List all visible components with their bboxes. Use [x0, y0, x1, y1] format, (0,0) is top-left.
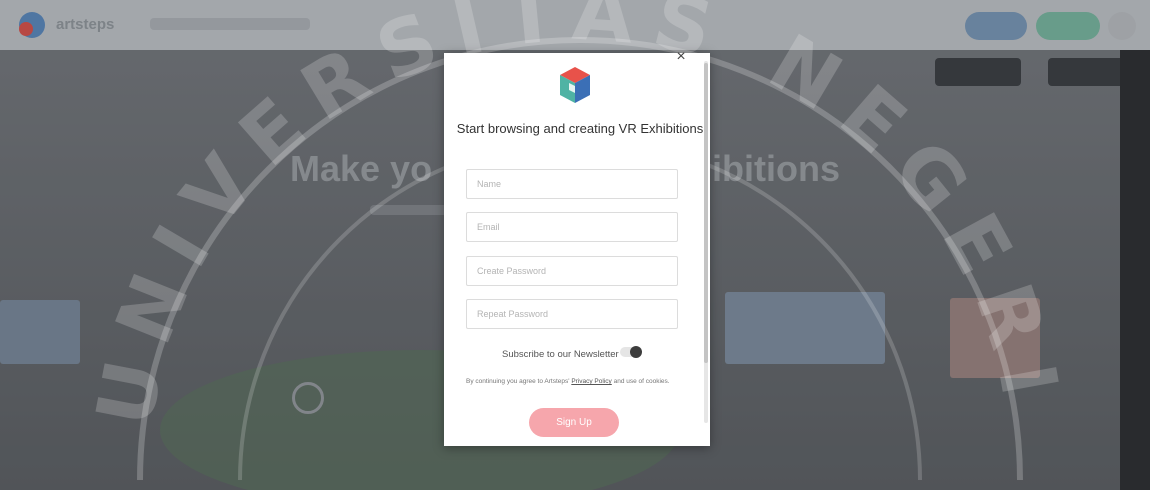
newsletter-toggle[interactable] — [620, 346, 642, 358]
modal-title: Start browsing and creating VR Exhibitio… — [456, 121, 704, 136]
repeat-password-field[interactable] — [466, 299, 678, 329]
signup-modal: × Start browsing and creating VR Exhibit… — [444, 49, 710, 446]
terms-prefix: By continuing you agree to Artsteps' — [466, 378, 570, 385]
modal-scrollbar-thumb[interactable] — [704, 63, 708, 363]
name-input[interactable] — [467, 170, 677, 198]
sign-up-button[interactable]: Sign Up — [529, 408, 619, 437]
terms-suffix: and use of cookies. — [613, 378, 670, 385]
privacy-policy-link[interactable]: Privacy Policy — [571, 378, 611, 385]
email-input[interactable] — [467, 213, 677, 241]
create-password-input[interactable] — [467, 257, 677, 285]
close-icon[interactable]: × — [673, 49, 689, 65]
repeat-password-input[interactable] — [467, 300, 677, 328]
terms-text: By continuing you agree to Artsteps' Pri… — [466, 377, 686, 386]
artsteps-cube-logo-icon — [560, 67, 590, 103]
create-password-field[interactable] — [466, 256, 678, 286]
toggle-knob — [630, 346, 642, 358]
name-field[interactable] — [466, 169, 678, 199]
email-field[interactable] — [466, 212, 678, 242]
newsletter-label: Subscribe to our Newsletter — [502, 349, 619, 360]
